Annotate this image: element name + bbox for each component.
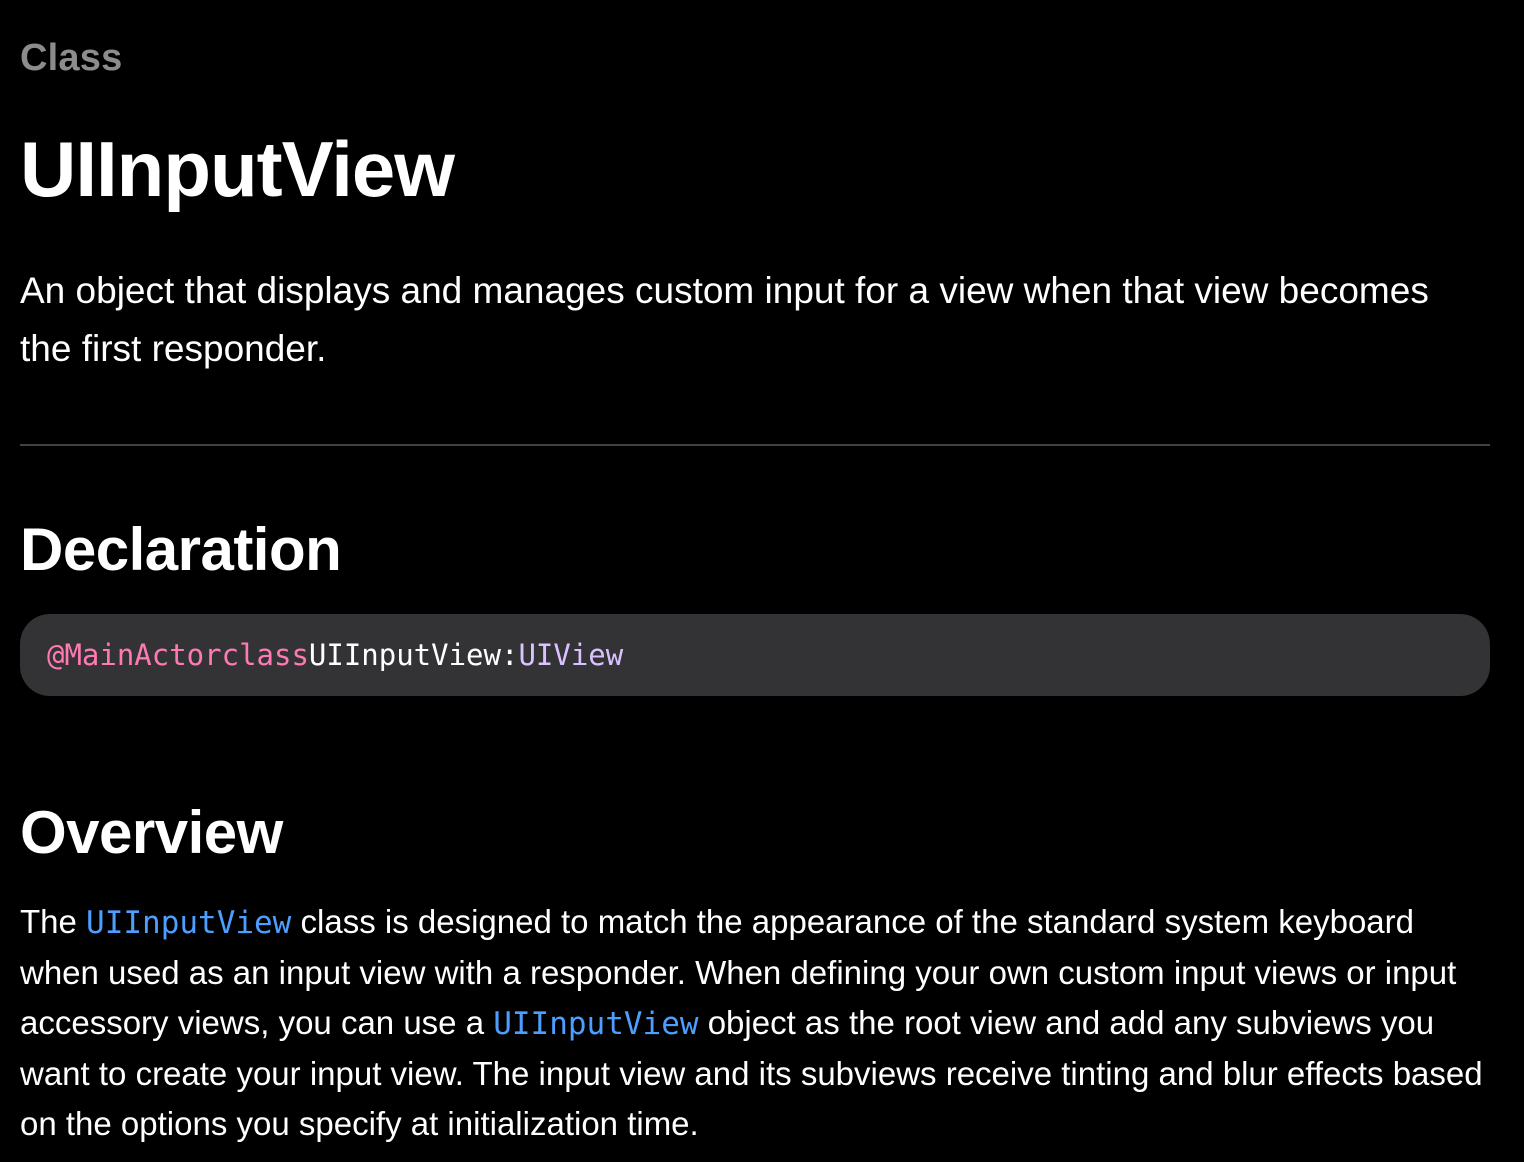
- page-title: UIInputView: [20, 125, 455, 213]
- overview-paragraph: The UIInputView class is designed to mat…: [20, 897, 1490, 1149]
- code-class-name: UIInputView: [308, 638, 501, 672]
- overview-heading: Overview: [20, 799, 283, 866]
- uiinputview-link[interactable]: UIInputView: [493, 1006, 698, 1042]
- overview-text-segment: The: [20, 903, 87, 940]
- uiinputview-link[interactable]: UIInputView: [86, 905, 291, 941]
- code-superclass-link[interactable]: UIView: [518, 638, 623, 672]
- declaration-heading: Declaration: [20, 516, 342, 583]
- section-divider: [20, 444, 1490, 446]
- code-attribute: @MainActor: [47, 638, 222, 672]
- page-abstract: An object that displays and manages cust…: [20, 270, 1429, 369]
- code-keyword: class: [221, 638, 309, 672]
- declaration-code-block: @MainActor class UIInputView : UIView: [20, 614, 1490, 696]
- page-eyebrow: Class: [20, 37, 123, 79]
- code-separator: :: [500, 638, 519, 672]
